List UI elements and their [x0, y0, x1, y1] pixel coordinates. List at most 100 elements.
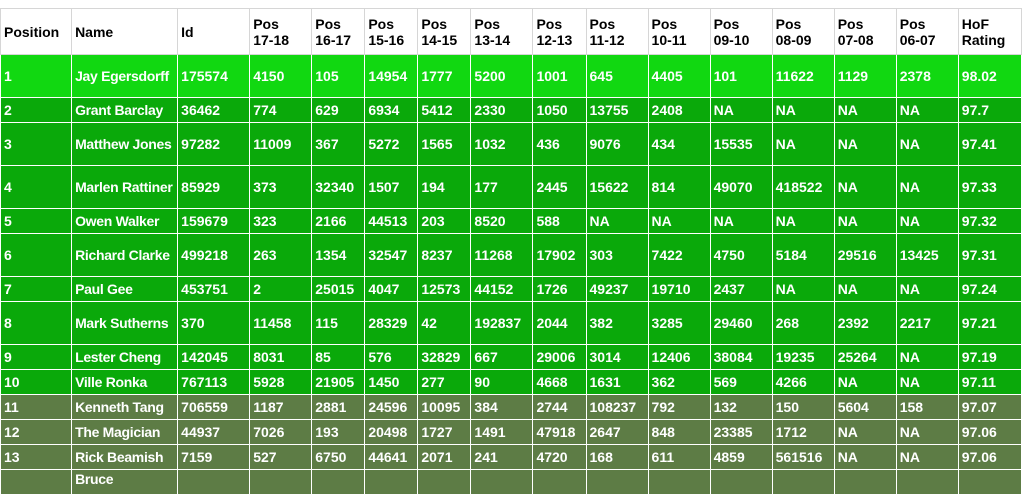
- value-cell-pos-12-13: [532, 469, 587, 495]
- value-cell-hof-rating: 97.7: [957, 97, 1023, 123]
- value-cell-pos-14-15: 2071: [417, 444, 472, 470]
- table-row[interactable]: 7 Paul Gee 453751 2 25015 4047 12573 44152 1726 4…: [0, 276, 1023, 302]
- value-cell-pos-06-07: NA: [895, 276, 959, 302]
- value-cell-pos-12-13: 2044: [532, 301, 587, 345]
- position-cell: 3: [0, 122, 73, 166]
- value-cell-pos-14-15: 5412: [417, 97, 472, 123]
- table-row[interactable]: 13 Rick Beamish 7159 527 6750 44641 2071 241 472…: [0, 444, 1023, 470]
- value-cell-pos-13-14: 384: [470, 394, 534, 420]
- value-cell-pos-06-07: 2217: [895, 301, 959, 345]
- value-cell-pos-09-10: 23385: [709, 419, 773, 445]
- table-row[interactable]: 10 Ville Ronka 767113 5928 21905 1450 277 90 466…: [0, 369, 1023, 395]
- value-cell-pos-12-13: 47918: [532, 419, 587, 445]
- value-cell-pos-13-14: 90: [470, 369, 534, 395]
- value-cell-pos-12-13: 1001: [532, 54, 587, 98]
- value-cell-pos-14-15: 42: [417, 301, 472, 345]
- name-cell: Bruce: [71, 469, 179, 495]
- column-header-hof-rating[interactable]: HoF Rating: [957, 8, 1023, 55]
- column-header-pos-11-12[interactable]: Pos 11-12: [585, 8, 649, 55]
- value-cell-hof-rating: 97.11: [957, 369, 1023, 395]
- value-cell-pos-08-09: 561516: [771, 444, 835, 470]
- value-cell-pos-17-18: 2: [249, 276, 313, 302]
- position-cell: 9: [0, 344, 73, 370]
- value-cell-pos-09-10: 2437: [709, 276, 773, 302]
- id-cell: 370: [177, 301, 251, 345]
- value-cell-pos-14-15: 277: [417, 369, 472, 395]
- value-cell-pos-11-12: 2647: [585, 419, 649, 445]
- table-row[interactable]: 2 Grant Barclay 36462 774 629 6934 5412 2330 105…: [0, 97, 1023, 123]
- column-header-pos-12-13[interactable]: Pos 12-13: [532, 8, 587, 55]
- column-header-position[interactable]: Position: [0, 8, 73, 55]
- name-cell: Grant Barclay: [71, 97, 179, 123]
- table-row[interactable]: 9 Lester Cheng 142045 8031 85 576 32829 667 2900…: [0, 344, 1023, 370]
- value-cell-pos-13-14: 1491: [470, 419, 534, 445]
- column-header-pos-08-09[interactable]: Pos 08-09: [771, 8, 835, 55]
- value-cell-pos-08-09: 150: [771, 394, 835, 420]
- hof-ranking-table: Position Name Id Pos 17-18 Pos 16-17 Pos 15-1…: [0, 8, 1023, 495]
- value-cell-hof-rating: [957, 469, 1023, 495]
- column-header-pos-10-11[interactable]: Pos 10-11: [647, 8, 711, 55]
- value-cell-hof-rating: 97.32: [957, 208, 1023, 234]
- value-cell-hof-rating: 97.33: [957, 165, 1023, 209]
- position-cell: 2: [0, 97, 73, 123]
- column-header-name[interactable]: Name: [71, 8, 179, 55]
- column-header-pos-16-17[interactable]: Pos 16-17: [311, 8, 366, 55]
- table-row[interactable]: 4 Marlen Rattiner 85929 373 32340 1507 194 177 2…: [0, 165, 1023, 209]
- value-cell-pos-07-08: NA: [833, 419, 897, 445]
- value-cell-pos-07-08: NA: [833, 369, 897, 395]
- table-row[interactable]: 3 Matthew Jones 97282 11009 367 5272 1565 1032 4…: [0, 122, 1023, 166]
- value-cell-pos-07-08: NA: [833, 97, 897, 123]
- table-row[interactable]: 8 Mark Sutherns 370 11458 115 28329 42 192837 20…: [0, 301, 1023, 345]
- value-cell-pos-07-08: NA: [833, 276, 897, 302]
- value-cell-pos-09-10: NA: [709, 208, 773, 234]
- table-row[interactable]: 6 Richard Clarke 499218 263 1354 32547 8237 112…: [0, 233, 1023, 277]
- value-cell-pos-13-14: 11268: [470, 233, 534, 277]
- name-cell: The Magician: [71, 419, 179, 445]
- value-cell-pos-07-08: NA: [833, 165, 897, 209]
- value-cell-pos-15-16: 4047: [364, 276, 419, 302]
- value-cell-pos-09-10: 38084: [709, 344, 773, 370]
- value-cell-pos-09-10: 569: [709, 369, 773, 395]
- table-row[interactable]: 1 Jay Egersdorff 175574 4150 105 14954 1777 520…: [0, 54, 1023, 98]
- value-cell-pos-13-14: [470, 469, 534, 495]
- value-cell-pos-14-15: 1565: [417, 122, 472, 166]
- value-cell-pos-10-11: 12406: [647, 344, 711, 370]
- value-cell-pos-10-11: NA: [647, 208, 711, 234]
- column-header-pos-15-16[interactable]: Pos 15-16: [364, 8, 419, 55]
- table-row[interactable]: Bruce: [0, 469, 1023, 495]
- value-cell-pos-12-13: 29006: [532, 344, 587, 370]
- id-cell: 159679: [177, 208, 251, 234]
- value-cell-pos-08-09: NA: [771, 97, 835, 123]
- value-cell-pos-17-18: 774: [249, 97, 313, 123]
- value-cell-hof-rating: 97.19: [957, 344, 1023, 370]
- value-cell-pos-13-14: 192837: [470, 301, 534, 345]
- value-cell-pos-15-16: 20498: [364, 419, 419, 445]
- value-cell-pos-11-12: 1631: [585, 369, 649, 395]
- value-cell-pos-11-12: 15622: [585, 165, 649, 209]
- name-cell: Lester Cheng: [71, 344, 179, 370]
- column-header-pos-14-15[interactable]: Pos 14-15: [417, 8, 472, 55]
- column-header-pos-17-18[interactable]: Pos 17-18: [249, 8, 313, 55]
- column-header-pos-06-07[interactable]: Pos 06-07: [895, 8, 959, 55]
- value-cell-pos-17-18: 263: [249, 233, 313, 277]
- column-header-pos-09-10[interactable]: Pos 09-10: [709, 8, 773, 55]
- value-cell-pos-14-15: 32829: [417, 344, 472, 370]
- table-row[interactable]: 11 Kenneth Tang 706559 1187 2881 24596 10095 38…: [0, 394, 1023, 420]
- table-row[interactable]: 5 Owen Walker 159679 323 2166 44513 203 8520 588…: [0, 208, 1023, 234]
- value-cell-pos-07-08: NA: [833, 122, 897, 166]
- position-cell: [0, 469, 73, 495]
- value-cell-pos-14-15: 12573: [417, 276, 472, 302]
- table-row[interactable]: 12 The Magician 44937 7026 193 20498 1727 1491 4…: [0, 419, 1023, 445]
- column-header-id[interactable]: Id: [177, 8, 251, 55]
- value-cell-hof-rating: 97.06: [957, 419, 1023, 445]
- value-cell-pos-06-07: 13425: [895, 233, 959, 277]
- column-header-pos-07-08[interactable]: Pos 07-08: [833, 8, 897, 55]
- column-header-pos-13-14[interactable]: Pos 13-14: [470, 8, 534, 55]
- value-cell-pos-07-08: 25264: [833, 344, 897, 370]
- value-cell-pos-08-09: 5184: [771, 233, 835, 277]
- position-cell: 6: [0, 233, 73, 277]
- value-cell-pos-15-16: 6934: [364, 97, 419, 123]
- value-cell-pos-16-17: 32340: [311, 165, 366, 209]
- value-cell-hof-rating: 98.02: [957, 54, 1023, 98]
- value-cell-pos-15-16: 44641: [364, 444, 419, 470]
